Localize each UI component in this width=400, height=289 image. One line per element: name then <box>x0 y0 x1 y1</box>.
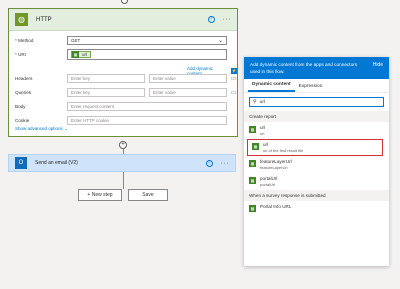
queries-label: Queries <box>15 90 32 95</box>
delete-icon[interactable]: ▭ <box>231 89 237 96</box>
method-label: * Method <box>15 38 34 43</box>
tab-dynamic-content[interactable]: Dynamic content <box>248 82 295 92</box>
queries-value-input[interactable]: Enter value <box>149 88 227 97</box>
insert-step-plus-icon[interactable]: + <box>119 141 127 149</box>
survey-token-icon: ▦ <box>252 143 259 150</box>
section-survey-response: When a survey response is submitted <box>244 190 389 201</box>
http-action-card[interactable]: ◍ HTTP ? ··· * Method GET ⌄ * URI ▦ url … <box>8 8 238 137</box>
survey-token-icon: ▦ <box>72 51 79 58</box>
show-advanced-options-link[interactable]: Show advanced options ⌄ <box>15 126 68 132</box>
survey-token-icon: ▦ <box>249 160 256 167</box>
dynamic-item-portalurl[interactable]: ▦ portalUrl portalUrl <box>244 173 389 190</box>
tab-expression[interactable]: Expression <box>295 84 327 92</box>
survey-token-icon: ▦ <box>249 126 256 133</box>
uri-token-label: url <box>82 52 88 57</box>
headers-label: Headers <box>15 76 33 81</box>
connector-line <box>123 172 124 189</box>
uri-input[interactable]: ▦ url <box>67 49 227 60</box>
method-select[interactable]: GET ⌄ <box>67 36 227 45</box>
uri-url-token[interactable]: ▦ url <box>71 51 92 58</box>
help-icon[interactable]: ? <box>205 159 213 167</box>
save-button[interactable]: Save <box>128 189 168 201</box>
headers-key-input[interactable]: Enter key <box>67 74 145 83</box>
method-value: GET <box>71 38 81 43</box>
search-icon: ⚲ <box>253 99 257 105</box>
dynamic-panel-description: Add dynamic content from the apps and co… <box>250 62 358 75</box>
search-value: url <box>259 99 266 105</box>
hide-button[interactable]: Hide <box>373 62 383 70</box>
dynamic-content-panel: Add dynamic content from the apps and co… <box>244 57 389 266</box>
more-options-icon[interactable]: ··· <box>221 160 230 167</box>
survey-token-icon: ▦ <box>249 205 256 212</box>
body-label: Body <box>15 104 26 109</box>
chevron-down-icon: ⌄ <box>64 126 68 131</box>
globe-icon: ◍ <box>15 13 28 26</box>
uri-label: * URI <box>15 52 26 57</box>
top-connector <box>120 0 128 6</box>
dynamic-panel-header: Add dynamic content from the apps and co… <box>244 57 389 79</box>
section-create-report: Create report <box>244 111 389 122</box>
headers-value-input[interactable]: Enter value <box>149 74 227 83</box>
delete-icon[interactable]: ▭ <box>231 75 237 82</box>
dynamic-item-portal-info-url[interactable]: ▦ Portal Info URL <box>244 201 389 218</box>
http-card-title: HTTP <box>36 16 52 23</box>
dynamic-search-input[interactable]: ⚲ url <box>249 97 384 107</box>
body-input[interactable]: Enter request content <box>67 102 227 111</box>
dynamic-item-featurelayerurl[interactable]: ▦ featureLayerUrl featureLayerUrl <box>244 156 389 173</box>
help-icon[interactable]: ? <box>207 16 215 23</box>
chevron-down-icon: ⌄ <box>217 38 223 44</box>
more-options-icon[interactable]: ··· <box>223 16 232 23</box>
queries-key-input[interactable]: Enter key <box>67 88 145 97</box>
dynamic-item-url[interactable]: ▦ url url <box>244 122 389 139</box>
outlook-icon: O <box>15 157 27 169</box>
send-email-action-card[interactable]: O Send an email (V2) ? ··· <box>8 154 236 172</box>
cookie-label: Cookie <box>15 118 30 123</box>
cookie-input[interactable]: Enter HTTP cookie <box>67 116 227 125</box>
survey-token-icon: ▦ <box>249 177 256 184</box>
http-card-header[interactable]: ◍ HTTP ? ··· <box>9 9 237 31</box>
email-card-title: Send an email (V2) <box>35 160 78 166</box>
new-step-button[interactable]: + New step <box>78 189 122 201</box>
dynamic-item-url-first-result[interactable]: ▦ url url of the first result file <box>247 139 383 156</box>
dynamic-tabs: Dynamic content Expression <box>244 79 389 93</box>
